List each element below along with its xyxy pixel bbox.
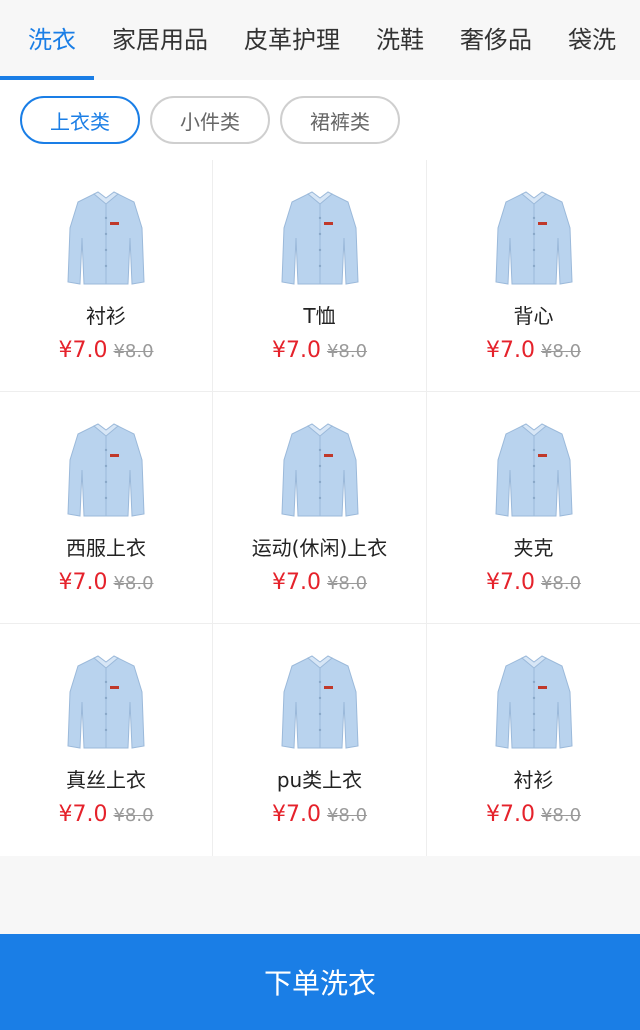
shirt-icon <box>280 423 359 517</box>
shirt-icon <box>67 191 145 285</box>
price-row: ¥7.0 ¥8.0 <box>486 570 581 595</box>
item-old-price: ¥8.0 <box>540 573 582 594</box>
price-row: ¥7.0 ¥8.0 <box>272 338 367 363</box>
item-old-price: ¥8.0 <box>113 573 154 594</box>
shirt-icon <box>280 655 359 749</box>
item-old-price: ¥8.0 <box>326 573 368 594</box>
tab-leather-care[interactable]: 皮革护理 <box>226 0 358 80</box>
item-card[interactable]: T恤 ¥7.0 ¥8.0 <box>213 160 427 392</box>
filter-tops[interactable]: 上衣类 <box>20 96 140 144</box>
price-row: ¥7.0 ¥8.0 <box>272 802 367 827</box>
tab-luxury[interactable]: 奢侈品 <box>442 0 550 80</box>
price-row: ¥7.0 ¥8.0 <box>58 802 153 827</box>
item-name: 衬衫 <box>86 304 126 328</box>
shirt-icon <box>67 423 145 517</box>
shirt-icon <box>67 655 145 749</box>
item-grid: 衬衫 ¥7.0 ¥8.0 T恤 ¥7.0 ¥8.0 背心 ¥7.0 ¥8.0 西… <box>0 160 640 856</box>
item-price: ¥7.0 <box>485 338 535 363</box>
item-card[interactable]: pu类上衣 ¥7.0 ¥8.0 <box>213 624 427 856</box>
order-button[interactable]: 下单洗衣 <box>0 934 640 1030</box>
shirt-icon <box>494 423 573 517</box>
item-price: ¥7.0 <box>485 570 535 595</box>
item-card[interactable]: 真丝上衣 ¥7.0 ¥8.0 <box>0 624 213 856</box>
shirt-icon <box>494 191 573 285</box>
item-old-price: ¥8.0 <box>113 341 154 362</box>
filter-small-items[interactable]: 小件类 <box>150 96 270 144</box>
shirt-icon <box>280 191 359 285</box>
item-name: 背心 <box>513 304 554 328</box>
item-name: 真丝上衣 <box>66 768 146 792</box>
subcategory-filters: 上衣类 小件类 裙裤类 <box>0 80 640 160</box>
price-row: ¥7.0 ¥8.0 <box>272 570 367 595</box>
item-name: 夹克 <box>513 536 554 560</box>
item-name: pu类上衣 <box>276 768 363 792</box>
item-card[interactable]: 运动(休闲)上衣 ¥7.0 ¥8.0 <box>213 392 427 624</box>
tab-home-goods[interactable]: 家居用品 <box>94 0 226 80</box>
tab-bag-wash[interactable]: 袋洗 <box>550 0 634 80</box>
item-name: 运动(休闲)上衣 <box>251 536 388 560</box>
item-price: ¥7.0 <box>58 570 108 595</box>
item-card[interactable]: 衬衫 ¥7.0 ¥8.0 <box>427 624 640 856</box>
item-card[interactable]: 夹克 ¥7.0 ¥8.0 <box>427 392 640 624</box>
tab-laundry[interactable]: 洗衣 <box>0 0 94 80</box>
item-old-price: ¥8.0 <box>113 805 154 826</box>
price-row: ¥7.0 ¥8.0 <box>58 570 153 595</box>
category-tabs: 洗衣 家居用品 皮革护理 洗鞋 奢侈品 袋洗 <box>0 0 640 80</box>
price-row: ¥7.0 ¥8.0 <box>486 802 581 827</box>
item-price: ¥7.0 <box>271 802 321 827</box>
item-card[interactable]: 衬衫 ¥7.0 ¥8.0 <box>0 160 213 392</box>
price-row: ¥7.0 ¥8.0 <box>58 338 153 363</box>
item-old-price: ¥8.0 <box>326 341 368 362</box>
item-name: 衬衫 <box>513 768 554 792</box>
item-price: ¥7.0 <box>58 338 108 363</box>
tab-shoe-wash[interactable]: 洗鞋 <box>358 0 442 80</box>
item-old-price: ¥8.0 <box>540 805 582 826</box>
item-price: ¥7.0 <box>271 338 321 363</box>
item-price: ¥7.0 <box>58 802 108 827</box>
item-name: T恤 <box>303 304 336 328</box>
item-price: ¥7.0 <box>485 802 535 827</box>
price-row: ¥7.0 ¥8.0 <box>486 338 581 363</box>
item-price: ¥7.0 <box>271 570 321 595</box>
item-card[interactable]: 西服上衣 ¥7.0 ¥8.0 <box>0 392 213 624</box>
item-name: 西服上衣 <box>66 536 146 560</box>
shirt-icon <box>494 655 573 749</box>
item-card[interactable]: 背心 ¥7.0 ¥8.0 <box>427 160 640 392</box>
item-old-price: ¥8.0 <box>326 805 368 826</box>
item-old-price: ¥8.0 <box>540 341 582 362</box>
filter-skirts-pants[interactable]: 裙裤类 <box>280 96 400 144</box>
